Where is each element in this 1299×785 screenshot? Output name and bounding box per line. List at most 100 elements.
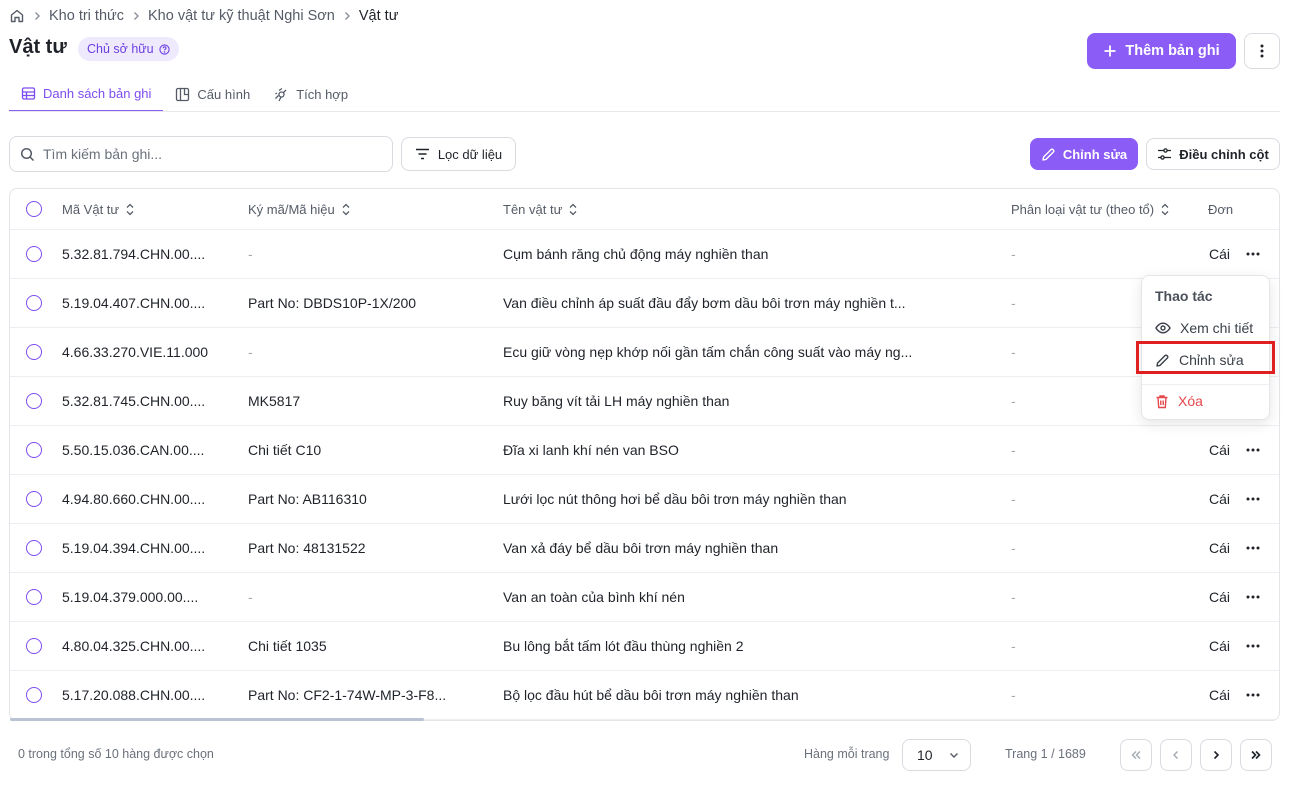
search-box[interactable] bbox=[9, 136, 393, 172]
cell-code: 4.66.33.270.VIE.11.000 bbox=[62, 344, 209, 360]
row-checkbox[interactable] bbox=[26, 377, 42, 425]
table-row[interactable]: 5.32.81.745.CHN.00.... MK5817 Ruy băng vít… bbox=[10, 377, 1279, 426]
tab-record-list[interactable]: Danh sách bản ghi bbox=[9, 76, 164, 112]
cell-name: Ecu giữ vòng nẹp khớp nối gần tấm chắn c… bbox=[503, 344, 913, 360]
cell-code: 4.94.80.660.CHN.00.... bbox=[62, 491, 206, 507]
sort-icon[interactable] bbox=[1160, 203, 1170, 216]
tab-bar: Danh sách bản ghi Cấu hình Tích hợp bbox=[9, 76, 360, 112]
breadcrumb-item-knowledge[interactable]: Kho tri thức bbox=[49, 8, 124, 24]
cell-unit: Cái bbox=[1209, 638, 1231, 654]
edit-button[interactable]: Chỉnh sửa bbox=[1030, 138, 1138, 170]
more-options-button[interactable] bbox=[1244, 33, 1280, 69]
table-row[interactable]: 5.17.20.088.CHN.00.... Part No: CF2-1-74W… bbox=[10, 671, 1279, 720]
table-row[interactable]: 5.19.04.379.000.00.... - Van an toàn của b… bbox=[10, 573, 1279, 622]
search-input[interactable] bbox=[43, 146, 373, 162]
table-row[interactable]: 5.32.81.794.CHN.00.... - Cụm bánh răng chủ… bbox=[10, 230, 1279, 279]
cell-mark: - bbox=[248, 344, 253, 360]
last-page-button[interactable] bbox=[1240, 739, 1272, 771]
tab-integration[interactable]: Tích hợp bbox=[262, 76, 360, 112]
menu-item-view[interactable]: Xem chi tiết bbox=[1142, 313, 1271, 343]
column-header-mark[interactable]: Ký mã/Mã hiệu bbox=[248, 189, 351, 229]
home-icon[interactable] bbox=[9, 8, 25, 24]
row-checkbox[interactable] bbox=[26, 328, 42, 376]
horizontal-dots-icon bbox=[1246, 252, 1260, 256]
rows-per-page-value: 10 bbox=[917, 747, 933, 763]
first-page-button[interactable] bbox=[1120, 739, 1152, 771]
sort-icon[interactable] bbox=[125, 203, 135, 216]
row-actions-button[interactable] bbox=[1246, 475, 1260, 523]
column-header-name[interactable]: Tên vật tư bbox=[503, 189, 578, 229]
next-page-button[interactable] bbox=[1200, 739, 1232, 771]
plug-icon bbox=[274, 87, 289, 102]
trash-icon bbox=[1155, 394, 1169, 409]
cell-category: - bbox=[1011, 491, 1016, 507]
cell-code: 5.17.20.088.CHN.00.... bbox=[62, 687, 206, 703]
cell-name: Bu lông bắt tấm lót đầu thùng nghiền 2 bbox=[503, 638, 744, 654]
sort-icon[interactable] bbox=[568, 203, 578, 216]
breadcrumb: Kho tri thức Kho vật tư kỹ thuật Nghi Sơ… bbox=[9, 6, 398, 26]
column-header-code-label: Mã Vật tư bbox=[62, 201, 120, 217]
cell-mark: Chi tiết 1035 bbox=[248, 638, 327, 654]
table-row[interactable]: 4.66.33.270.VIE.11.000 - Ecu giữ vòng nẹp … bbox=[10, 328, 1279, 377]
chevron-right-icon bbox=[1210, 749, 1222, 761]
cell-category: - bbox=[1011, 246, 1016, 262]
chevron-right-icon bbox=[341, 10, 353, 22]
row-actions-button[interactable] bbox=[1246, 622, 1260, 670]
row-actions-button[interactable] bbox=[1246, 524, 1260, 572]
help-icon[interactable] bbox=[158, 43, 170, 55]
row-actions-button[interactable] bbox=[1246, 671, 1260, 719]
pencil-icon bbox=[1041, 147, 1056, 162]
tab-integration-label: Tích hợp bbox=[296, 86, 349, 102]
row-checkbox[interactable] bbox=[26, 622, 42, 670]
row-checkbox[interactable] bbox=[26, 573, 42, 621]
column-header-category[interactable]: Phân loại vật tư (theo tổ) bbox=[1011, 189, 1170, 229]
cell-name: Van điều chỉnh áp suất đầu đẩy bơm dầu b… bbox=[503, 295, 906, 311]
table-row[interactable]: 5.19.04.394.CHN.00.... Part No: 48131522 V… bbox=[10, 524, 1279, 573]
owner-badge: Chủ sở hữu bbox=[78, 37, 179, 61]
breadcrumb-item-warehouse[interactable]: Kho vật tư kỹ thuật Nghi Sơn bbox=[148, 8, 335, 24]
table-row[interactable]: 5.50.15.036.CAN.00.... Chi tiết C10 Đĩa xi… bbox=[10, 426, 1279, 475]
cell-unit: Cái bbox=[1209, 540, 1231, 556]
cell-name: Ruy băng vít tải LH máy nghiền than bbox=[503, 393, 730, 409]
table-row[interactable]: 4.80.04.325.CHN.00.... Chi tiết 1035 Bu lô… bbox=[10, 622, 1279, 671]
tab-record-list-label: Danh sách bản ghi bbox=[43, 85, 152, 101]
cell-category: - bbox=[1011, 442, 1016, 458]
cell-unit: Cái bbox=[1209, 687, 1231, 703]
double-chevron-left-icon bbox=[1130, 749, 1142, 761]
tabs-divider bbox=[9, 111, 1280, 112]
row-checkbox[interactable] bbox=[26, 524, 42, 572]
cell-code: 5.32.81.745.CHN.00.... bbox=[62, 393, 206, 409]
prev-page-button[interactable] bbox=[1160, 739, 1192, 771]
rows-per-page-select[interactable]: 10 bbox=[902, 739, 971, 771]
column-header-code[interactable]: Mã Vật tư bbox=[62, 189, 135, 229]
cell-code: 5.19.04.379.000.00.... bbox=[62, 589, 199, 605]
row-checkbox[interactable] bbox=[26, 230, 42, 278]
vertical-dots-icon bbox=[1260, 43, 1264, 59]
filter-button[interactable]: Lọc dữ liệu bbox=[401, 137, 516, 171]
sort-icon[interactable] bbox=[341, 203, 351, 216]
horizontal-scrollbar[interactable] bbox=[10, 718, 424, 721]
tab-config[interactable]: Cấu hình bbox=[163, 76, 262, 112]
add-record-button[interactable]: Thêm bản ghi bbox=[1087, 33, 1236, 69]
cell-mark: Chi tiết C10 bbox=[248, 442, 322, 458]
row-checkbox[interactable] bbox=[26, 475, 42, 523]
row-checkbox[interactable] bbox=[26, 426, 42, 474]
menu-title: Thao tác bbox=[1155, 288, 1213, 304]
adjust-columns-label: Điều chỉnh cột bbox=[1179, 146, 1269, 162]
row-actions-button[interactable] bbox=[1246, 230, 1260, 278]
cell-name: Cụm bánh răng chủ động máy nghiền than bbox=[503, 246, 769, 262]
adjust-columns-button[interactable]: Điều chỉnh cột bbox=[1146, 138, 1280, 170]
column-header-category-label: Phân loại vật tư (theo tổ) bbox=[1011, 201, 1155, 217]
row-actions-button[interactable] bbox=[1246, 573, 1260, 621]
menu-item-delete[interactable]: Xóa bbox=[1142, 386, 1271, 416]
cell-code: 4.80.04.325.CHN.00.... bbox=[62, 638, 206, 654]
layout-icon bbox=[175, 87, 190, 102]
row-checkbox[interactable] bbox=[26, 671, 42, 719]
table-row[interactable]: 4.94.80.660.CHN.00.... Part No: AB116310 L… bbox=[10, 475, 1279, 524]
table-row[interactable]: 5.19.04.407.CHN.00.... Part No: DBDS10P-1… bbox=[10, 279, 1279, 328]
select-all-checkbox[interactable] bbox=[26, 189, 42, 229]
column-header-unit[interactable]: Đơn bbox=[1208, 189, 1233, 229]
table-header: Mã Vật tư Ký mã/Mã hiệu Tên vật tư Phân … bbox=[10, 189, 1279, 230]
row-checkbox[interactable] bbox=[26, 279, 42, 327]
row-actions-button[interactable] bbox=[1246, 426, 1260, 474]
